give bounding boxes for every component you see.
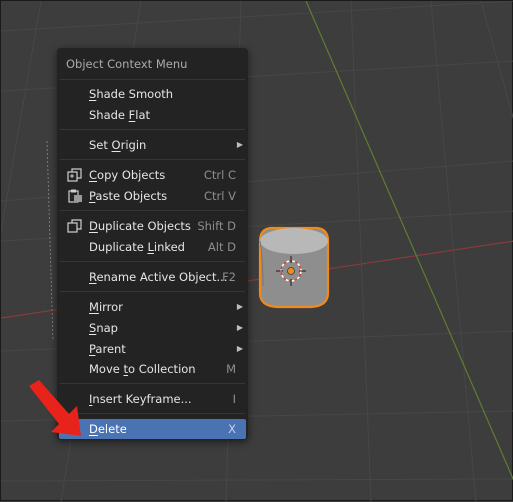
menu-item-paste-objects[interactable]: Paste Objects Ctrl V [59,186,246,206]
shortcut-label: Shift D [197,219,236,233]
menu-separator [60,210,245,211]
menu-item-duplicate-objects[interactable]: Duplicate Objects Shift D [59,216,246,236]
menu-item-parent[interactable]: Parent ▶ [59,339,246,359]
submenu-arrow-icon: ▶ [236,140,243,149]
menu-separator [60,291,245,292]
menu-separator [60,413,245,414]
menu-item-shade-smooth[interactable]: Shade Smooth [59,84,246,104]
menu-item-label: Move to Collection [89,362,196,376]
menu-item-move-to-collection[interactable]: Move to Collection M [59,359,246,379]
menu-item-label: Shade Flat [89,108,151,122]
menu-separator [60,159,245,160]
menu-separator [60,383,245,384]
shortcut-label: F2 [222,270,236,284]
y-axis-line [305,1,513,481]
menu-item-label: Duplicate Objects [89,219,191,233]
shortcut-label: I [232,392,236,406]
submenu-arrow-icon: ▶ [236,344,243,353]
paste-icon [67,189,83,203]
menu-item-insert-keyframe[interactable]: Insert Keyframe... I [59,389,246,409]
menu-item-label: Mirror [89,300,123,314]
menu-separator [60,129,245,130]
menu-item-label: Paste Objects [89,189,168,203]
submenu-arrow-icon: ▶ [236,323,243,332]
duplicate-icon [67,219,83,233]
shortcut-label: Ctrl V [204,189,236,203]
selected-object [258,226,330,309]
menu-separator [60,79,245,80]
shortcut-label: M [226,362,236,376]
menu-item-label: Snap [89,321,118,335]
object-context-menu: Object Context Menu Shade Smooth Shade F… [57,48,248,440]
menu-item-label: Copy Objects [89,168,166,182]
menu-item-label: Duplicate Linked [89,240,185,254]
copy-icon [67,168,83,182]
menu-item-set-origin[interactable]: Set Origin ▶ [59,135,246,155]
menu-item-label: Parent [89,342,126,356]
menu-item-shade-flat[interactable]: Shade Flat [59,105,246,125]
menu-title: Object Context Menu [66,57,188,71]
shortcut-label: Ctrl C [203,168,236,182]
submenu-arrow-icon: ▶ [236,302,243,311]
shortcut-label: X [228,422,236,436]
menu-item-rename-active-object[interactable]: Rename Active Object... F2 [59,267,246,287]
menu-item-label: Set Origin [89,138,147,152]
menu-item-snap[interactable]: Snap ▶ [59,318,246,338]
menu-item-mirror[interactable]: Mirror ▶ [59,297,246,317]
menu-separator [60,261,245,262]
menu-item-duplicate-linked[interactable]: Duplicate Linked Alt D [59,237,246,257]
annotation-arrow-icon [29,380,81,436]
shortcut-label: Alt D [207,240,236,254]
menu-item-label: Insert Keyframe... [89,392,192,406]
menu-item-label: Delete [89,422,127,436]
menu-item-delete[interactable]: Delete X [59,419,246,439]
menu-item-copy-objects[interactable]: Copy Objects Ctrl C [59,165,246,185]
menu-item-label: Rename Active Object... [89,270,228,284]
menu-item-label: Shade Smooth [89,87,174,101]
